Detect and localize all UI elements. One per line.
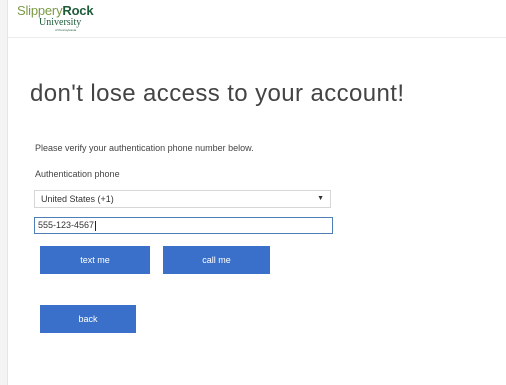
phone-number-input[interactable]: 555-123-4567 — [34, 217, 333, 234]
country-code-select[interactable]: United States (+1) ▼ — [34, 190, 331, 208]
text-cursor — [95, 220, 97, 231]
call-me-button[interactable]: call me — [163, 246, 270, 274]
logo-wordmark: SlipperyRock — [17, 3, 94, 18]
header-bar: SlipperyRock University of Pennsylvania — [8, 0, 506, 38]
university-logo: SlipperyRock University of Pennsylvania — [17, 3, 94, 32]
page-title: don't lose access to your account! — [30, 80, 405, 107]
authentication-phone-label: Authentication phone — [35, 169, 120, 179]
verification-card: SlipperyRock University of Pennsylvania … — [7, 0, 506, 385]
instruction-text: Please verify your authentication phone … — [35, 143, 254, 153]
logo-text-slippery: Slippery — [17, 3, 63, 18]
country-code-selected-value: United States (+1) — [41, 194, 114, 204]
text-me-button[interactable]: text me — [40, 246, 150, 274]
logo-text-rock: Rock — [62, 3, 94, 18]
dropdown-arrow-icon: ▼ — [317, 195, 324, 202]
logo-text-pennsylvania: of Pennsylvania — [55, 28, 77, 32]
back-button[interactable]: back — [40, 305, 136, 333]
logo-text-university: University — [39, 17, 82, 28]
phone-number-value: 555-123-4567 — [38, 220, 95, 230]
